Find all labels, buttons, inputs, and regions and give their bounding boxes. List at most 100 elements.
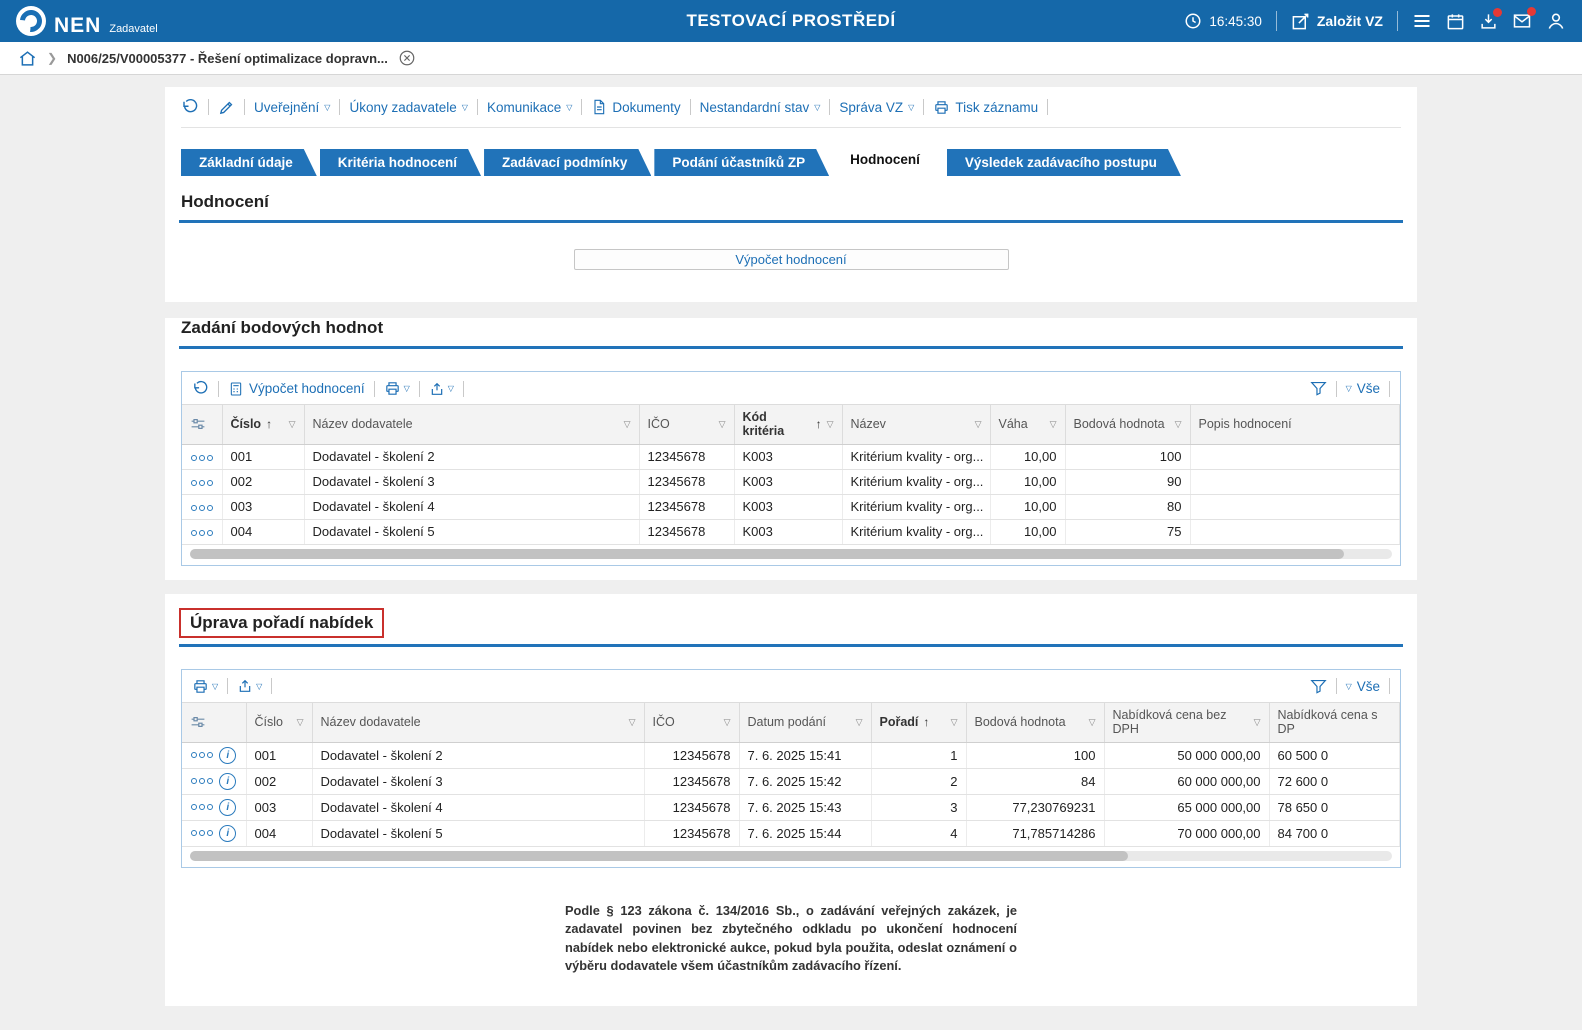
cell-datum-podani: 7. 6. 2025 15:42 — [739, 768, 871, 794]
toolbar-item-komunikace[interactable]: Komunikace ▽ — [487, 100, 572, 115]
row-actions-cell: i — [182, 768, 246, 794]
toolbar-item-sprava-vz[interactable]: Správa VZ ▽ — [839, 100, 914, 115]
toolbar-item-tisk-zaznamu[interactable]: Tisk záznamu — [933, 99, 1038, 116]
row-info-icon[interactable]: i — [219, 773, 236, 790]
table-row[interactable]: i003Dodavatel - školení 4123456787. 6. 2… — [182, 794, 1400, 820]
messages-button[interactable] — [1512, 11, 1532, 31]
col-header-ico[interactable]: IČO▽ — [639, 405, 734, 445]
downloads-button[interactable] — [1479, 12, 1498, 31]
col-header-cena-bez-dph[interactable]: Nabídková cena bez DPH▽ — [1104, 702, 1269, 742]
toolbar-item-label: Dokumenty — [612, 100, 680, 115]
table-row[interactable]: i001Dodavatel - školení 2123456787. 6. 2… — [182, 742, 1400, 768]
filter-caret-icon[interactable]: ▽ — [297, 717, 304, 728]
row-menu-icon[interactable] — [191, 505, 213, 511]
table-row[interactable]: 001Dodavatel - školení 212345678K003Krit… — [182, 444, 1400, 469]
filter-caret-icon[interactable]: ▽ — [724, 717, 731, 728]
filter-caret-icon[interactable]: ▽ — [1175, 419, 1182, 430]
tab-zadavaci-podminky[interactable]: Zadávací podmínky — [484, 149, 651, 176]
row-menu-icon[interactable] — [191, 804, 213, 810]
col-header-bodova-hodnota[interactable]: Bodová hodnota▽ — [966, 702, 1104, 742]
col-header-datum-podani[interactable]: Datum podání▽ — [739, 702, 871, 742]
col-header-cena-s-dph[interactable]: Nabídková cena s DP — [1269, 702, 1400, 742]
home-icon[interactable] — [18, 49, 37, 68]
toolbar-item-nestandardni-stav[interactable]: Nestandardní stav ▽ — [700, 100, 821, 115]
row-menu-icon[interactable] — [191, 480, 213, 486]
table-row[interactable]: i004Dodavatel - školení 5123456787. 6. 2… — [182, 820, 1400, 846]
refresh-button[interactable] — [192, 380, 209, 397]
filter-button[interactable] — [1310, 380, 1327, 397]
toolbar-item-uverejneni[interactable]: Uveřejnění ▽ — [254, 100, 330, 115]
breadcrumb-record[interactable]: N006/25/V00005377 - Řešení optimalizace … — [67, 51, 388, 66]
column-settings-header[interactable] — [182, 702, 246, 742]
table-row[interactable]: 002Dodavatel - školení 312345678K003Krit… — [182, 469, 1400, 494]
col-header-vaha[interactable]: Váha▽ — [990, 405, 1065, 445]
col-header-ico[interactable]: IČO▽ — [644, 702, 739, 742]
col-header-kod-kriteria[interactable]: Kód kritéria↑▽ — [734, 405, 842, 445]
menu-button[interactable] — [1412, 11, 1432, 31]
refresh-button[interactable] — [181, 98, 199, 116]
brand[interactable]: NEN Zadavatel — [16, 6, 158, 36]
row-menu-icon[interactable] — [191, 530, 213, 536]
user-button[interactable] — [1546, 11, 1566, 31]
vse-link[interactable]: ▽ Vše — [1346, 381, 1380, 396]
cell-nazev: Kritérium kvality - org... — [842, 519, 990, 544]
tab-zakladni-udaje[interactable]: Základní údaje — [181, 149, 317, 176]
toolbar-item-dokumenty[interactable]: Dokumenty — [591, 99, 680, 115]
vypocet-hodnoceni-button[interactable]: Výpočet hodnocení — [574, 249, 1009, 270]
column-settings-header[interactable] — [182, 405, 222, 445]
filter-caret-icon[interactable]: ▽ — [827, 419, 834, 430]
table-row[interactable]: 003Dodavatel - školení 412345678K003Krit… — [182, 494, 1400, 519]
export-menu-button[interactable]: ▽ — [429, 381, 454, 397]
filter-caret-icon[interactable]: ▽ — [1254, 717, 1261, 728]
col-header-nazev-dodavatele[interactable]: Název dodavatele▽ — [312, 702, 644, 742]
col-header-cislo[interactable]: Číslo↑▽ — [222, 405, 304, 445]
row-info-icon[interactable]: i — [219, 747, 236, 764]
tab-kriteria-hodnoceni[interactable]: Kritéria hodnocení — [320, 149, 481, 176]
horizontal-scrollbar[interactable] — [190, 851, 1392, 861]
create-vz-button[interactable]: Založit VZ — [1291, 12, 1383, 31]
grid-vypocet-hodnoceni-link[interactable]: Výpočet hodnocení — [228, 381, 365, 397]
cell-datum-podani: 7. 6. 2025 15:44 — [739, 820, 871, 846]
horizontal-scrollbar[interactable] — [190, 549, 1392, 559]
calendar-button[interactable] — [1446, 12, 1465, 31]
table-row[interactable]: 004Dodavatel - školení 512345678K003Krit… — [182, 519, 1400, 544]
scoring-grid-toolbar: Výpočet hodnocení ▽ ▽ — [182, 372, 1400, 404]
col-header-cislo[interactable]: Číslo▽ — [246, 702, 312, 742]
filter-caret-icon[interactable]: ▽ — [289, 419, 296, 430]
filter-button[interactable] — [1310, 678, 1327, 695]
row-info-icon[interactable]: i — [219, 825, 236, 842]
filter-caret-icon[interactable]: ▽ — [1089, 717, 1096, 728]
close-record-icon[interactable] — [398, 49, 416, 67]
row-menu-icon[interactable] — [191, 830, 213, 836]
col-header-bodova-hodnota[interactable]: Bodová hodnota▽ — [1065, 405, 1190, 445]
filter-caret-icon[interactable]: ▽ — [629, 717, 636, 728]
tab-podani-ucastniku-zp[interactable]: Podání účastníků ZP — [654, 149, 829, 176]
col-header-nazev[interactable]: Název▽ — [842, 405, 990, 445]
edit-button[interactable] — [218, 99, 235, 116]
vse-link[interactable]: ▽ Vše — [1346, 679, 1380, 694]
row-menu-icon[interactable] — [191, 778, 213, 784]
filter-caret-icon[interactable]: ▽ — [975, 419, 982, 430]
cell-ico: 12345678 — [639, 494, 734, 519]
section-rule — [179, 644, 1403, 647]
cell-kod-kriteria: K003 — [734, 444, 842, 469]
row-info-icon[interactable]: i — [219, 799, 236, 816]
filter-caret-icon[interactable]: ▽ — [624, 419, 631, 430]
row-menu-icon[interactable] — [191, 455, 213, 461]
col-header-popis-hodnoceni[interactable]: Popis hodnocení — [1190, 405, 1400, 445]
tab-vysledek-zadavaciho-postupu[interactable]: Výsledek zadávacího postupu — [947, 149, 1181, 176]
filter-caret-icon[interactable]: ▽ — [856, 717, 863, 728]
filter-caret-icon[interactable]: ▽ — [1050, 419, 1057, 430]
row-menu-icon[interactable] — [191, 752, 213, 758]
filter-caret-icon[interactable]: ▽ — [951, 717, 958, 728]
toolbar-item-ukony-zadavatele[interactable]: Úkony zadavatele ▽ — [349, 100, 467, 115]
table-row[interactable]: i002Dodavatel - školení 3123456787. 6. 2… — [182, 768, 1400, 794]
tab-hodnoceni[interactable]: Hodnocení — [832, 144, 944, 176]
col-header-nazev-dodavatele[interactable]: Název dodavatele▽ — [304, 405, 639, 445]
filter-caret-icon[interactable]: ▽ — [719, 419, 726, 430]
export-menu-button[interactable]: ▽ — [237, 678, 262, 694]
print-menu-button[interactable]: ▽ — [192, 678, 218, 695]
col-header-poradi[interactable]: Pořadí↑▽ — [871, 702, 966, 742]
print-menu-button[interactable]: ▽ — [384, 380, 410, 397]
cell-cena-s-dph: 78 650 0 — [1269, 794, 1400, 820]
